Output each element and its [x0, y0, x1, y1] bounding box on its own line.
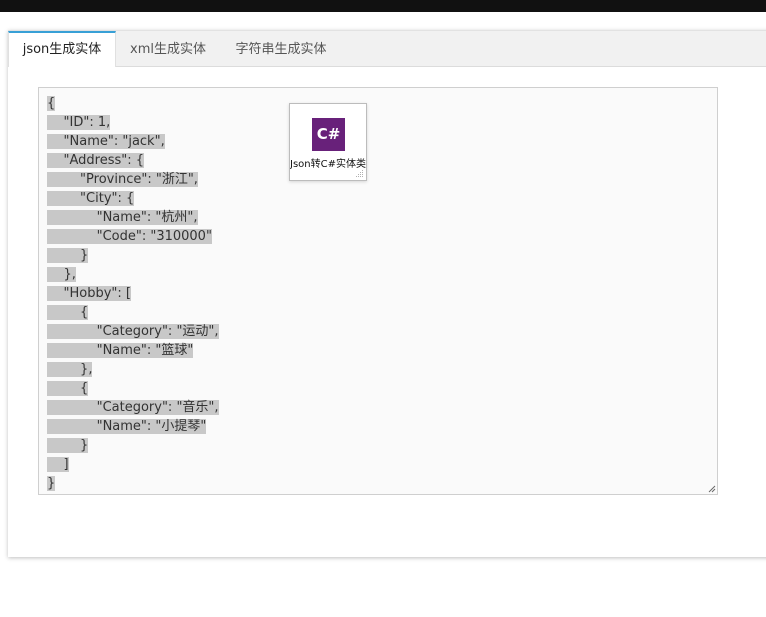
- code-line: {: [47, 94, 219, 113]
- code-line: "Code": "310000": [47, 227, 219, 246]
- code-line: "Category": "运动",: [47, 322, 219, 341]
- resize-grip-icon: [356, 170, 363, 177]
- main-panel: json生成实体 xml生成实体 字符串生成实体 { "ID": 1, "Nam…: [8, 30, 766, 557]
- tab-bar: json生成实体 xml生成实体 字符串生成实体: [8, 31, 766, 67]
- code-line-text: }: [47, 248, 89, 263]
- code-line: "ID": 1,: [47, 113, 219, 132]
- code-line: }: [47, 436, 219, 455]
- code-line-text: },: [47, 362, 93, 377]
- code-line-text: "Name": "jack",: [47, 134, 165, 149]
- code-line-text: },: [47, 267, 76, 282]
- tab-xml-to-entity[interactable]: xml生成实体: [116, 31, 220, 66]
- code-line-text: "City": {: [47, 191, 135, 206]
- code-line: "City": {: [47, 189, 219, 208]
- json-code-content: { "ID": 1, "Name": "jack", "Address": { …: [47, 94, 219, 493]
- code-line-text: "Province": "浙江",: [47, 172, 198, 187]
- code-line-text: "Category": "音乐",: [47, 400, 219, 415]
- code-line: }: [47, 474, 219, 493]
- code-line-text: "ID": 1,: [47, 115, 111, 130]
- code-line: "Hobby": [: [47, 284, 219, 303]
- code-line-text: }: [47, 476, 56, 491]
- code-line-text: {: [47, 381, 89, 396]
- code-line: "Province": "浙江",: [47, 170, 219, 189]
- code-line-text: "Category": "运动",: [47, 324, 219, 339]
- code-line-text: {: [47, 305, 89, 320]
- window-top-bar: [0, 0, 766, 12]
- code-line: "Category": "音乐",: [47, 398, 219, 417]
- code-line-text: ]: [47, 457, 69, 472]
- code-line: },: [47, 360, 219, 379]
- tab-json-to-entity[interactable]: json生成实体: [8, 31, 116, 67]
- code-line-text: "Code": "310000": [47, 229, 212, 244]
- resize-handle-icon[interactable]: [708, 485, 716, 493]
- tab-string-to-entity[interactable]: 字符串生成实体: [220, 31, 342, 66]
- code-line-text: "Hobby": [: [47, 286, 131, 301]
- csharp-logo-icon: C#: [312, 118, 345, 151]
- code-line-text: "Name": "篮球": [47, 343, 194, 358]
- code-line: },: [47, 265, 219, 284]
- code-line-text: "Name": "小提琴": [47, 419, 207, 434]
- json-to-csharp-widget[interactable]: C# Json转C#实体类: [289, 103, 367, 181]
- code-line: {: [47, 379, 219, 398]
- code-line-text: }: [47, 438, 89, 453]
- code-line: }: [47, 246, 219, 265]
- code-line: "Name": "篮球": [47, 341, 219, 360]
- code-line: "Name": "jack",: [47, 132, 219, 151]
- code-line-text: "Name": "杭州",: [47, 210, 198, 225]
- code-line: ]: [47, 455, 219, 474]
- json-input-textarea[interactable]: { "ID": 1, "Name": "jack", "Address": { …: [38, 87, 718, 495]
- code-line: "Address": {: [47, 151, 219, 170]
- code-line: "Name": "小提琴": [47, 417, 219, 436]
- code-line-text: {: [47, 96, 56, 111]
- code-line: "Name": "杭州",: [47, 208, 219, 227]
- code-line: {: [47, 303, 219, 322]
- code-line-text: "Address": {: [47, 153, 145, 168]
